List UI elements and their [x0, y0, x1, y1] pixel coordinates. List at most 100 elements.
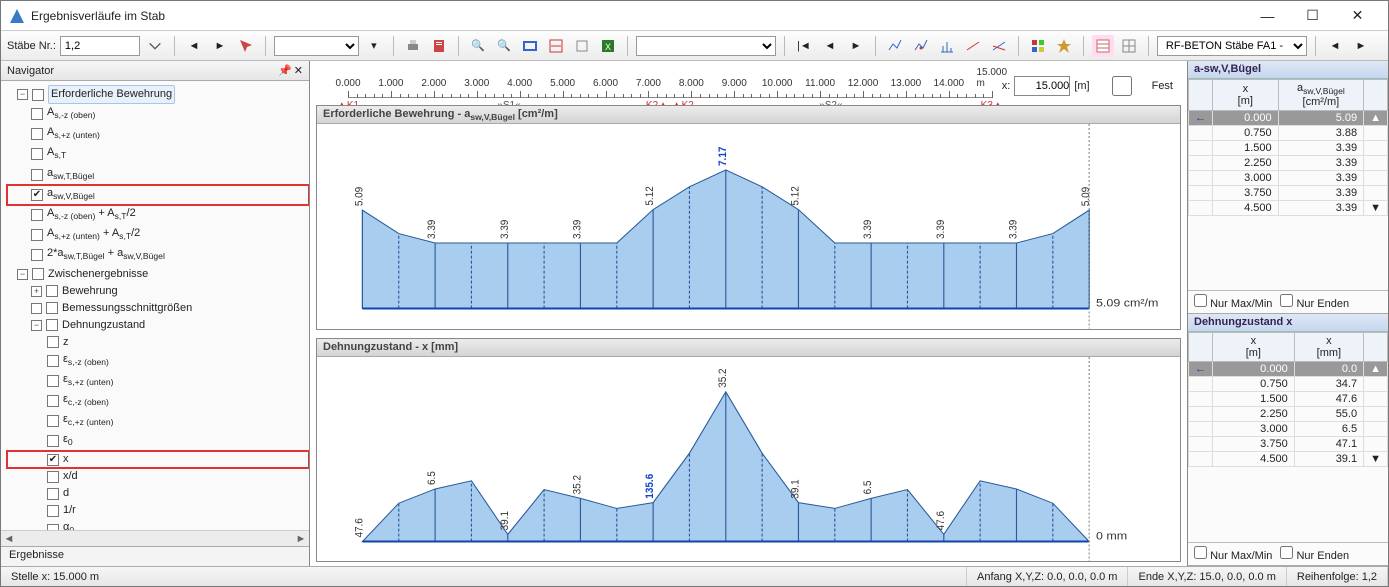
- nur-enden-1[interactable]: [1280, 294, 1293, 307]
- tree-asz-unten[interactable]: As,+z (unten): [7, 124, 309, 144]
- nav-prev-icon[interactable]: ◄: [819, 35, 841, 57]
- combo-1[interactable]: [274, 36, 359, 56]
- nur-maxmin-1[interactable]: [1194, 294, 1207, 307]
- x-input[interactable]: [1014, 76, 1070, 96]
- chart-1-plot[interactable]: 5.093.393.393.395.127.175.123.393.393.39…: [317, 124, 1180, 329]
- table-row[interactable]: 0.75034.7: [1189, 376, 1388, 391]
- toggle-chart-icon[interactable]: [545, 35, 567, 57]
- staebe-nr-label: Stäbe Nr.:: [7, 40, 56, 52]
- svg-text:135.6: 135.6: [644, 473, 657, 498]
- tree-es-zo[interactable]: εs,-z (oben): [7, 351, 309, 371]
- opt1-icon[interactable]: [884, 35, 906, 57]
- svg-text:3.39: 3.39: [426, 220, 439, 239]
- minimize-button[interactable]: —: [1245, 2, 1290, 30]
- table-row[interactable]: 3.75047.1: [1189, 436, 1388, 451]
- table-row[interactable]: 3.7503.39: [1189, 186, 1388, 201]
- opt3-icon[interactable]: [936, 35, 958, 57]
- next-member-icon[interactable]: ►: [209, 35, 231, 57]
- nav-hscroll[interactable]: ◄►: [1, 530, 309, 546]
- table-row[interactable]: 3.0003.39: [1189, 171, 1388, 186]
- report-icon[interactable]: [428, 35, 450, 57]
- tree-z[interactable]: z: [7, 334, 309, 351]
- svg-text:39.1: 39.1: [789, 479, 802, 498]
- zoom-window-icon[interactable]: [519, 35, 541, 57]
- table-row[interactable]: 4.50039.1▼: [1189, 451, 1388, 466]
- tree-ec-zu[interactable]: εc,+z (unten): [7, 411, 309, 431]
- tree-d[interactable]: d: [7, 485, 309, 502]
- opt2-icon[interactable]: [910, 35, 932, 57]
- table-row[interactable]: 3.0006.5: [1189, 421, 1388, 436]
- tree-a0[interactable]: α0: [7, 519, 309, 530]
- main-toolbar: Stäbe Nr.: ◄ ► ▾ 🔍 🔍 X |◄ ◄ ► RF-BETON S…: [1, 31, 1388, 61]
- status-reihen: Reihenfolge: 1,2: [1287, 567, 1388, 586]
- table-row[interactable]: 4.5003.39▼: [1189, 201, 1388, 216]
- color-icon[interactable]: [1027, 35, 1049, 57]
- module-combo[interactable]: RF-BETON Stäbe FA1 - St…: [1157, 36, 1307, 56]
- maximize-button[interactable]: ☐: [1290, 2, 1335, 30]
- zoom-in-icon[interactable]: 🔍: [467, 35, 489, 57]
- tree-root[interactable]: −Erforderliche Bewehrung: [7, 85, 309, 104]
- chart-2: Dehnungzustand - x [mm] 47.66.539.135.21…: [316, 338, 1181, 563]
- sync-icon[interactable]: [571, 35, 593, 57]
- grid-icon[interactable]: [1118, 35, 1140, 57]
- tree-comb3[interactable]: 2*asw,T,Bügel + asw,V,Bügel: [7, 245, 309, 265]
- chart-2-title: Dehnungzustand - x [mm]: [317, 339, 1180, 357]
- staebe-dropdown-icon[interactable]: [144, 35, 166, 57]
- table-row[interactable]: ←0.0005.09▲: [1189, 111, 1388, 126]
- table-section-1: a-sw,V,Bügel x[m] asw,V,Bügel[cm²/m] ←0.…: [1188, 61, 1388, 314]
- export-excel-icon[interactable]: X: [597, 35, 619, 57]
- opt5-icon[interactable]: [988, 35, 1010, 57]
- combo-2[interactable]: [636, 36, 776, 56]
- svg-text:5.09: 5.09: [1080, 187, 1093, 206]
- tree-zwischen[interactable]: −Zwischenergebnisse: [7, 266, 309, 283]
- chart-2-plot[interactable]: 47.66.539.135.2135.635.239.16.547.60 mm: [317, 357, 1180, 562]
- module-prev-icon[interactable]: ◄: [1324, 35, 1346, 57]
- tree-1r[interactable]: 1/r: [7, 502, 309, 519]
- tree-ec-zo[interactable]: εc,-z (oben): [7, 391, 309, 411]
- table-row[interactable]: 1.5003.39: [1189, 141, 1388, 156]
- module-next-icon[interactable]: ►: [1350, 35, 1372, 57]
- print-icon[interactable]: [402, 35, 424, 57]
- table-row[interactable]: 2.25055.0: [1189, 406, 1388, 421]
- fest-checkbox[interactable]: [1094, 76, 1150, 96]
- tree-e0[interactable]: ε0: [7, 431, 309, 451]
- pin-icon[interactable]: 📌: [278, 64, 292, 77]
- svg-text:5.09 cm²/m: 5.09 cm²/m: [1096, 297, 1159, 309]
- fest-label: Fest: [1152, 80, 1173, 92]
- ergebnisse-tab[interactable]: Ergebnisse: [1, 546, 309, 566]
- nur-maxmin-2[interactable]: [1194, 546, 1207, 559]
- nav-first-icon[interactable]: |◄: [793, 35, 815, 57]
- table-2[interactable]: x[m] x[mm] ←0.0000.0▲0.75034.71.50047.62…: [1188, 332, 1388, 543]
- nur-enden-2[interactable]: [1280, 546, 1293, 559]
- zoom-out-icon[interactable]: 🔍: [493, 35, 515, 57]
- nav-close-icon[interactable]: ✕: [294, 64, 303, 77]
- tree-asz-oben[interactable]: As,-z (oben): [7, 104, 309, 124]
- navigator-tree[interactable]: −Erforderliche Bewehrung As,-z (oben) As…: [1, 81, 309, 530]
- table-row[interactable]: ←0.0000.0▲: [1189, 361, 1388, 376]
- star-icon[interactable]: [1053, 35, 1075, 57]
- tree-x[interactable]: x: [7, 451, 309, 468]
- tree-bewehrung[interactable]: +Bewehrung: [7, 283, 309, 300]
- tree-xd[interactable]: x/d: [7, 468, 309, 485]
- tree-asw-v[interactable]: asw,V,Bügel: [7, 185, 309, 205]
- table-1[interactable]: x[m] asw,V,Bügel[cm²/m] ←0.0005.09▲0.750…: [1188, 79, 1388, 290]
- svg-text:3.39: 3.39: [571, 220, 584, 239]
- tree-es-zu[interactable]: εs,+z (unten): [7, 371, 309, 391]
- pick-member-icon[interactable]: [235, 35, 257, 57]
- table-row[interactable]: 2.2503.39: [1189, 156, 1388, 171]
- prev-member-icon[interactable]: ◄: [183, 35, 205, 57]
- table-row[interactable]: 0.7503.88: [1189, 126, 1388, 141]
- opt4-icon[interactable]: [962, 35, 984, 57]
- tree-comb2[interactable]: As,+z (unten) + As,T/2: [7, 225, 309, 245]
- tree-ast[interactable]: As,T: [7, 144, 309, 164]
- tree-comb1[interactable]: As,-z (oben) + As,T/2: [7, 205, 309, 225]
- table-row[interactable]: 1.50047.6: [1189, 391, 1388, 406]
- tree-dehnung[interactable]: −Dehnungzustand: [7, 317, 309, 334]
- table-icon[interactable]: [1092, 35, 1114, 57]
- nav-next-icon[interactable]: ►: [845, 35, 867, 57]
- combo-dropdown-icon[interactable]: ▾: [363, 35, 385, 57]
- staebe-nr-input[interactable]: [60, 36, 140, 56]
- tree-asw-t[interactable]: asw,T,Bügel: [7, 165, 309, 185]
- close-button[interactable]: ✕: [1335, 2, 1380, 30]
- tree-bemessung[interactable]: Bemessungsschnittgrößen: [7, 300, 309, 317]
